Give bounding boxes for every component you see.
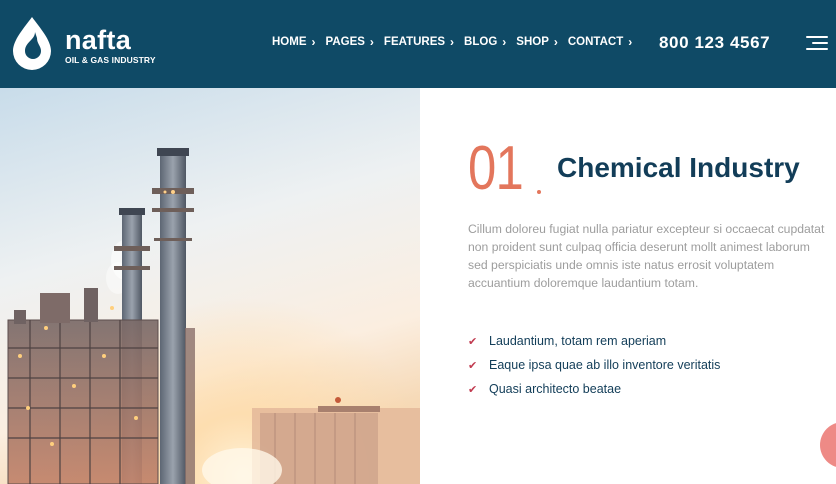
hamburger-menu-icon[interactable] xyxy=(806,36,828,51)
nav-item-blog[interactable]: BLOG › xyxy=(464,36,506,48)
oil-drop-logo-icon xyxy=(13,17,51,70)
brand-name: nafta xyxy=(65,25,132,55)
nav-item-contact[interactable]: CONTACT › xyxy=(568,36,632,48)
chevron-right-icon: › xyxy=(628,35,633,49)
logo[interactable]: nafta OIL & GAS INDUSTRY xyxy=(10,16,156,72)
nav-item-home[interactable]: HOME › xyxy=(272,36,316,48)
nav-label: PAGES xyxy=(325,36,365,48)
list-item: ✔ Laudantium, totam rem aperiam xyxy=(468,329,720,353)
nav-item-pages[interactable]: PAGES › xyxy=(326,36,374,48)
refinery-image xyxy=(0,88,420,484)
nav-item-features[interactable]: FEATURES › xyxy=(384,36,454,48)
chevron-right-icon: › xyxy=(553,35,558,49)
chevron-right-icon: › xyxy=(502,35,507,49)
feature-list: ✔ Laudantium, totam rem aperiam ✔ Eaque … xyxy=(468,329,720,401)
nav-label: SHOP xyxy=(516,36,549,48)
floating-action-button[interactable] xyxy=(820,422,836,468)
chevron-right-icon: › xyxy=(311,35,316,49)
list-item: ✔ Quasi architecto beatae xyxy=(468,377,720,401)
nav-item-shop[interactable]: SHOP › xyxy=(516,36,558,48)
section-number-dot xyxy=(537,190,541,194)
nav-label: BLOG xyxy=(464,36,498,48)
chevron-right-icon: › xyxy=(369,35,374,49)
check-icon: ✔ xyxy=(468,335,478,348)
list-item: ✔ Eaque ipsa quae ab illo inventore veri… xyxy=(468,353,720,377)
nav-label: FEATURES xyxy=(383,36,446,48)
feature-text: Eaque ipsa quae ab illo inventore verita… xyxy=(489,358,721,372)
refinery-illustration xyxy=(0,88,420,484)
nav-label: CONTACT xyxy=(567,36,624,48)
check-icon: ✔ xyxy=(468,359,478,372)
site-header: nafta OIL & GAS INDUSTRY HOME › PAGES › … xyxy=(0,0,836,88)
brand-tagline: OIL & GAS INDUSTRY xyxy=(65,55,156,65)
phone-number[interactable]: 800 123 4567 xyxy=(659,33,770,53)
nav-label: HOME xyxy=(272,36,307,48)
section-title: Chemical Industry xyxy=(557,152,800,183)
feature-text: Laudantium, totam rem aperiam xyxy=(489,334,667,348)
feature-text: Quasi architecto beatae xyxy=(489,382,622,396)
section-description: Cillum doloreu fugiat nulla pariatur exc… xyxy=(468,222,825,290)
check-icon: ✔ xyxy=(468,383,478,396)
chevron-right-icon: › xyxy=(450,35,455,49)
section-number: 01 xyxy=(468,134,524,203)
main-nav: HOME › PAGES › FEATURES › BLOG › SHOP › … xyxy=(272,36,642,48)
